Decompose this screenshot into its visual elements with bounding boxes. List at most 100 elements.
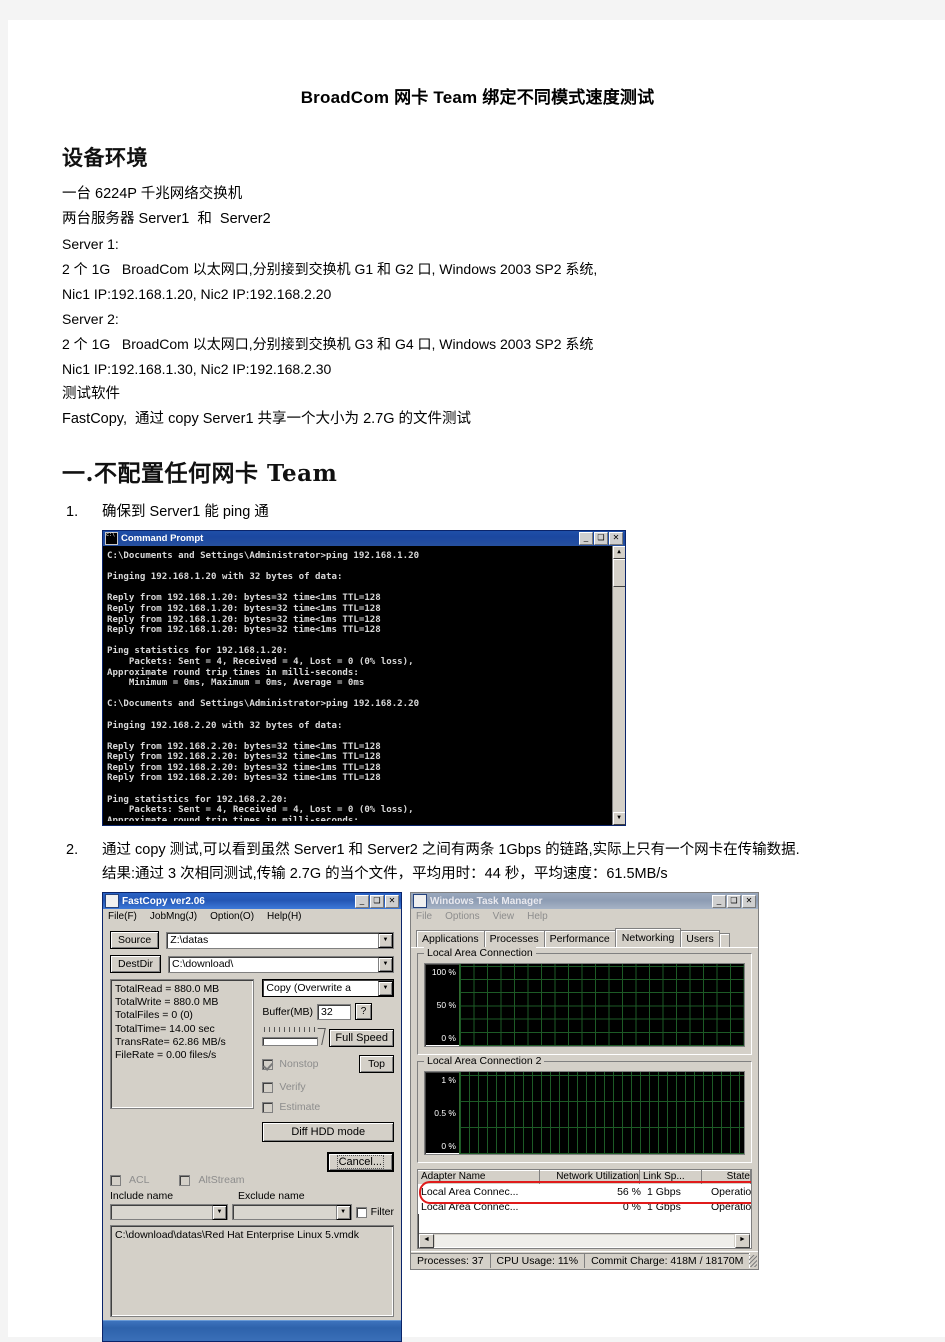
scrollbar-track[interactable] <box>435 1234 734 1247</box>
tabstrip-end <box>718 933 730 947</box>
fastcopy-titlebar[interactable]: FastCopy ver2.06 _ ❑ ✕ <box>103 893 401 909</box>
col-network-utilization[interactable]: Network Utilization <box>540 1170 640 1184</box>
tab-performance[interactable]: Performance <box>543 930 616 947</box>
minimize-icon[interactable]: _ <box>712 894 726 908</box>
maximize-icon[interactable]: ❑ <box>727 894 741 908</box>
full-speed-button[interactable]: Full Speed <box>329 1029 394 1047</box>
chevron-down-icon[interactable]: ▼ <box>378 956 393 972</box>
include-name-label: Include name <box>110 1190 174 1202</box>
source-row: Source Z:\datas ▼ <box>110 931 394 949</box>
altstream-checkbox[interactable] <box>179 1174 191 1186</box>
source-button[interactable]: Source <box>110 931 160 949</box>
desktop-taskbar-strip <box>103 1320 401 1341</box>
acl-label: ACL <box>129 1174 150 1186</box>
tab-users[interactable]: Users <box>680 930 720 947</box>
menu-help[interactable]: Help <box>527 911 548 922</box>
command-prompt-window: Command Prompt _ ❑ ✕ C:\Documents and Se… <box>102 530 626 826</box>
env-line: Nic1 IP:192.168.1.30, Nic2 IP:192.168.2.… <box>62 361 332 377</box>
source-combo[interactable]: Z:\datas ▼ <box>166 931 394 949</box>
copy-mode-select[interactable]: Copy (Overwrite a ▼ <box>262 979 394 997</box>
maximize-icon[interactable]: ❑ <box>594 532 608 545</box>
taskmanager-title-text: Windows Task Manager <box>430 895 543 907</box>
filter-checkbox[interactable] <box>355 1206 367 1218</box>
stat-file-rate: FileRate = 0.00 files/s <box>115 1049 217 1062</box>
cmd-console-area[interactable]: C:\Documents and Settings\Administrator>… <box>103 546 625 825</box>
cell-state: Operationa <box>711 1200 751 1213</box>
adapters-horizontal-scrollbar[interactable]: ◄ ► <box>419 1233 750 1248</box>
nonstop-checkbox[interactable] <box>262 1058 274 1070</box>
diff-hdd-mode-button[interactable]: Diff HDD mode <box>262 1122 394 1142</box>
menu-options[interactable]: Options <box>445 911 479 922</box>
cmd-output-text: C:\Documents and Settings\Administrator>… <box>107 551 420 821</box>
scroll-up-icon[interactable]: ▲ <box>612 546 625 559</box>
page-title: BroadCom 网卡 Team 绑定不同模式速度测试 <box>300 88 655 107</box>
tab-applications[interactable]: Applications <box>416 930 485 947</box>
chevron-down-icon[interactable]: ▼ <box>378 932 393 948</box>
resize-grip-icon[interactable] <box>749 1254 757 1267</box>
env-line: Server 1: <box>62 236 119 252</box>
minimize-icon[interactable]: _ <box>579 532 593 545</box>
destdir-combo[interactable]: C:\download\ ▼ <box>168 955 394 973</box>
estimate-checkbox[interactable] <box>262 1101 274 1113</box>
include-name-combo[interactable]: ▼ <box>110 1204 228 1220</box>
help-icon[interactable]: ? <box>354 1003 372 1020</box>
top-button[interactable]: Top <box>359 1055 394 1073</box>
menu-file[interactable]: File(F) <box>108 911 137 922</box>
exclude-name-combo[interactable]: ▼ <box>232 1204 352 1220</box>
tab-processes[interactable]: Processes <box>483 930 545 947</box>
scroll-right-icon[interactable]: ► <box>735 1233 750 1248</box>
stat-total-time: TotalTime= 14.00 sec <box>115 1022 215 1035</box>
step-list-2: 2. 通过 copy 测试,可以看到虽然 Server1 和 Server2 之… <box>62 838 893 886</box>
chevron-down-icon[interactable]: ▼ <box>212 1204 227 1220</box>
close-icon[interactable]: ✕ <box>385 894 399 908</box>
slider-ticks <box>264 1027 319 1032</box>
list-item: 2. 通过 copy 测试,可以看到虽然 Server1 和 Server2 之… <box>62 838 893 886</box>
cmd-titlebar[interactable]: Command Prompt _ ❑ ✕ <box>103 531 625 546</box>
log-output-box[interactable]: C:\download\datas\Red Hat Enterprise Lin… <box>110 1225 394 1317</box>
close-icon[interactable]: ✕ <box>742 894 756 908</box>
environment-block: 一台 6224P 千兆网络交换机 两台服务器 Server1 和 Server2… <box>62 182 893 432</box>
menu-help[interactable]: Help(H) <box>267 911 301 922</box>
graph2-y-axis: 1 % 0.5 % 0 % <box>425 1072 459 1154</box>
slider-track[interactable] <box>262 1037 319 1046</box>
graph1-label: Local Area Connection <box>424 947 536 959</box>
scroll-left-icon[interactable]: ◄ <box>419 1233 434 1248</box>
col-state[interactable]: State <box>702 1170 751 1184</box>
maximize-icon[interactable]: ❑ <box>370 894 384 908</box>
menu-option[interactable]: Option(O) <box>210 911 254 922</box>
network-graph-2: 1 % 0.5 % 0 % <box>424 1071 745 1155</box>
destdir-button[interactable]: DestDir <box>110 955 162 973</box>
source-value: Z:\datas <box>170 934 209 946</box>
table-row[interactable]: Local Area Connec... 56 % 1 Gbps Operati… <box>418 1184 751 1199</box>
table-row[interactable]: Local Area Connec... 0 % 1 Gbps Operatio… <box>418 1199 751 1214</box>
scrollbar-thumb[interactable] <box>612 559 625 587</box>
buffer-input[interactable]: 32 <box>316 1003 351 1020</box>
menu-jobmng[interactable]: JobMng(J) <box>150 911 197 922</box>
acl-row: ACL AltStream <box>110 1174 394 1186</box>
cell-state: Operationa <box>711 1185 751 1198</box>
taskmanager-app-icon <box>413 894 427 908</box>
task-manager-window: Windows Task Manager _ ❑ ✕ File Options … <box>410 892 759 1270</box>
scroll-down-icon[interactable]: ▼ <box>612 812 625 825</box>
graph1-tick-100: 100 % <box>431 967 456 977</box>
chevron-down-icon[interactable]: ▼ <box>378 980 393 996</box>
close-icon[interactable]: ✕ <box>609 532 623 545</box>
chevron-down-icon[interactable]: ▼ <box>335 1204 351 1220</box>
cmd-vertical-scrollbar[interactable]: ▲ ▼ <box>612 546 625 825</box>
acl-checkbox[interactable] <box>110 1174 121 1186</box>
verify-checkbox[interactable] <box>262 1081 274 1093</box>
speed-slider[interactable] <box>262 1027 327 1047</box>
env-line: FastCopy, 通过 copy Server1 共享一个大小为 2.7G 的… <box>62 411 472 427</box>
filter-label: Filter <box>370 1206 394 1218</box>
menu-view[interactable]: View <box>493 911 515 922</box>
menu-file[interactable]: File <box>416 911 432 922</box>
env-line: 2 个 1G BroadCom 以太网口,分别接到交换机 G1 和 G2 口, … <box>62 261 598 277</box>
taskmanager-titlebar[interactable]: Windows Task Manager _ ❑ ✕ <box>411 893 758 909</box>
col-link-speed[interactable]: Link Sp... <box>640 1170 702 1184</box>
tab-networking[interactable]: Networking <box>614 928 682 947</box>
col-adapter-name[interactable]: Adapter Name <box>418 1170 540 1184</box>
minimize-icon[interactable]: _ <box>355 894 369 908</box>
adapters-table[interactable]: Adapter Name Network Utilization Link Sp… <box>417 1169 752 1249</box>
cancel-button[interactable]: Cancel... <box>326 1152 394 1172</box>
cmd-title-text: Command Prompt <box>121 533 204 544</box>
